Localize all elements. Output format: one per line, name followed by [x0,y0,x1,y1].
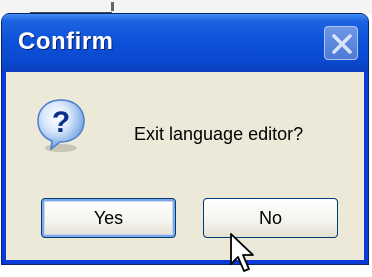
background-window-strip [0,0,372,14]
yes-button[interactable]: Yes [41,198,176,238]
confirm-dialog: Confirm ? Exit language editor? Yes No [2,14,368,264]
dialog-body: ? Exit language editor? Yes No [6,72,364,260]
screen: Confirm ? Exit language editor? Yes No [0,0,372,277]
no-button[interactable]: No [203,198,338,238]
background-mark [111,2,114,11]
question-icon: ? [37,99,85,152]
svg-text:?: ? [52,106,70,139]
dialog-titlebar[interactable]: Confirm [2,14,368,72]
mouse-cursor-icon [230,233,254,272]
close-button[interactable] [324,26,358,60]
dialog-title: Confirm [18,28,114,55]
close-icon [332,34,352,54]
dialog-message: Exit language editor? [134,124,304,144]
